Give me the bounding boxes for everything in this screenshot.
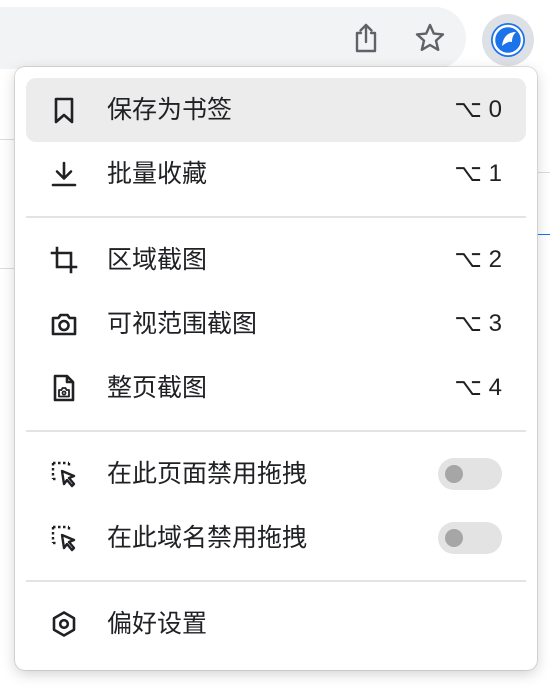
select-cursor-icon: [50, 460, 78, 488]
menu-divider: [26, 216, 526, 218]
menu-divider: [26, 430, 526, 432]
download-icon: [50, 160, 78, 188]
menu-item-label: 保存为书签: [107, 96, 233, 124]
camera-icon: [50, 310, 78, 338]
page-link-underline: [538, 234, 550, 235]
menu-item-save-bookmark[interactable]: 保存为书签 ⌥ 0: [26, 78, 526, 142]
menu-item-label: 在此域名禁用拖拽: [107, 524, 308, 552]
shortcut-hint: ⌥ 3: [454, 310, 502, 337]
shortcut-hint: ⌥ 2: [454, 246, 502, 273]
disable-drag-page-toggle[interactable]: [438, 458, 502, 490]
address-bar[interactable]: [0, 7, 466, 69]
menu-item-region-screenshot[interactable]: 区域截图 ⌥ 2: [26, 228, 526, 292]
shortcut-hint: ⌥ 4: [454, 374, 502, 401]
menu-item-label: 区域截图: [107, 246, 208, 274]
menu-item-preferences[interactable]: 偏好设置: [26, 592, 526, 656]
crop-icon: [50, 246, 78, 274]
menu-divider: [26, 580, 526, 582]
toggle-knob: [445, 465, 463, 483]
menu-item-visible-screenshot[interactable]: 可视范围截图 ⌥ 3: [26, 292, 526, 356]
page-divider: [0, 139, 14, 140]
menu-item-label: 整页截图: [107, 374, 208, 402]
shortcut-hint: ⌥ 1: [454, 160, 502, 187]
page-divider: [538, 172, 550, 173]
browser-window: 保存为书签 ⌥ 0 批量收藏 ⌥ 1 区域截图 ⌥ 2 可视范围截图 ⌥ 3 整…: [0, 0, 550, 688]
menu-item-label: 偏好设置: [107, 610, 208, 638]
menu-item-batch-collect[interactable]: 批量收藏 ⌥ 1: [26, 142, 526, 206]
extension-popup-menu: 保存为书签 ⌥ 0 批量收藏 ⌥ 1 区域截图 ⌥ 2 可视范围截图 ⌥ 3 整…: [15, 67, 537, 670]
share-icon[interactable]: [348, 20, 384, 56]
menu-item-disable-drag-page: 在此页面禁用拖拽: [26, 442, 526, 506]
shortcut-hint: ⌥ 0: [454, 96, 502, 123]
menu-item-label: 在此页面禁用拖拽: [107, 460, 308, 488]
page-divider: [0, 268, 14, 269]
disable-drag-domain-toggle[interactable]: [438, 522, 502, 554]
settings-hex-icon: [50, 610, 78, 638]
select-cursor-icon: [50, 524, 78, 552]
extension-icon: [491, 23, 525, 57]
bookmark-icon: [50, 96, 78, 124]
menu-item-label: 批量收藏: [107, 160, 208, 188]
page-camera-icon: [50, 374, 78, 402]
extension-button[interactable]: [482, 14, 534, 66]
toggle-knob: [445, 529, 463, 547]
menu-item-fullpage-screenshot[interactable]: 整页截图 ⌥ 4: [26, 356, 526, 420]
menu-item-label: 可视范围截图: [107, 310, 258, 338]
menu-item-disable-drag-domain: 在此域名禁用拖拽: [26, 506, 526, 570]
star-icon[interactable]: [412, 20, 448, 56]
